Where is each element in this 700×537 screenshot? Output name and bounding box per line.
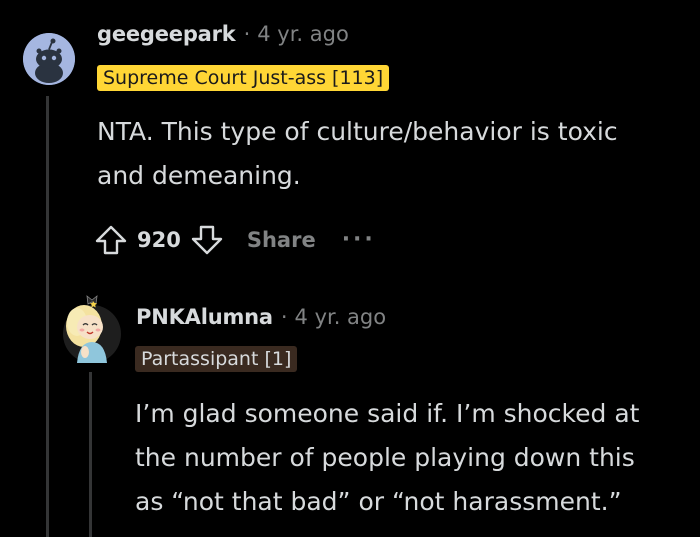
username[interactable]: geegeepark — [97, 22, 236, 46]
comment-actions: 920 Share ··· — [93, 222, 376, 258]
timestamp[interactable]: 4 yr. ago — [295, 305, 387, 329]
separator-dot: · — [280, 305, 288, 329]
comment-body-line: as “not that bad” or “not harassment.” — [135, 487, 622, 516]
comment-body-line: NTA. This type of culture/behavior is to… — [97, 117, 618, 146]
share-button[interactable]: Share — [247, 228, 316, 252]
timestamp[interactable]: 4 yr. ago — [257, 22, 349, 46]
avatar[interactable] — [23, 33, 75, 85]
comment-body: I’m glad someone said if. I’m shocked at… — [135, 392, 695, 524]
username[interactable]: PNKAlumna — [136, 305, 273, 329]
thread-line-main[interactable] — [46, 96, 49, 537]
vote-score: 920 — [137, 228, 181, 252]
more-options-icon[interactable]: ··· — [342, 229, 376, 251]
thread-line-reply[interactable] — [89, 372, 92, 537]
upvote-icon[interactable] — [93, 222, 129, 258]
comment-header: geegeepark · 4 yr. ago — [97, 22, 349, 46]
comment-body-line: the number of people playing down this — [135, 443, 635, 472]
comment-body: NTA. This type of culture/behavior is to… — [97, 110, 687, 198]
comment-header: PNKAlumna · 4 yr. ago — [136, 305, 386, 329]
blonde-character-avatar-icon — [63, 295, 121, 363]
comment-body-line: and demeaning. — [97, 161, 301, 190]
downvote-icon[interactable] — [189, 222, 225, 258]
user-flair: Partassipant [1] — [135, 346, 298, 372]
separator-dot: · — [243, 22, 251, 46]
comment-body-line: I’m glad someone said if. I’m shocked at — [135, 399, 640, 428]
snoo-default-avatar-icon — [23, 33, 75, 85]
avatar[interactable] — [63, 290, 121, 366]
user-flair: Supreme Court Just-ass [113] — [97, 65, 390, 91]
